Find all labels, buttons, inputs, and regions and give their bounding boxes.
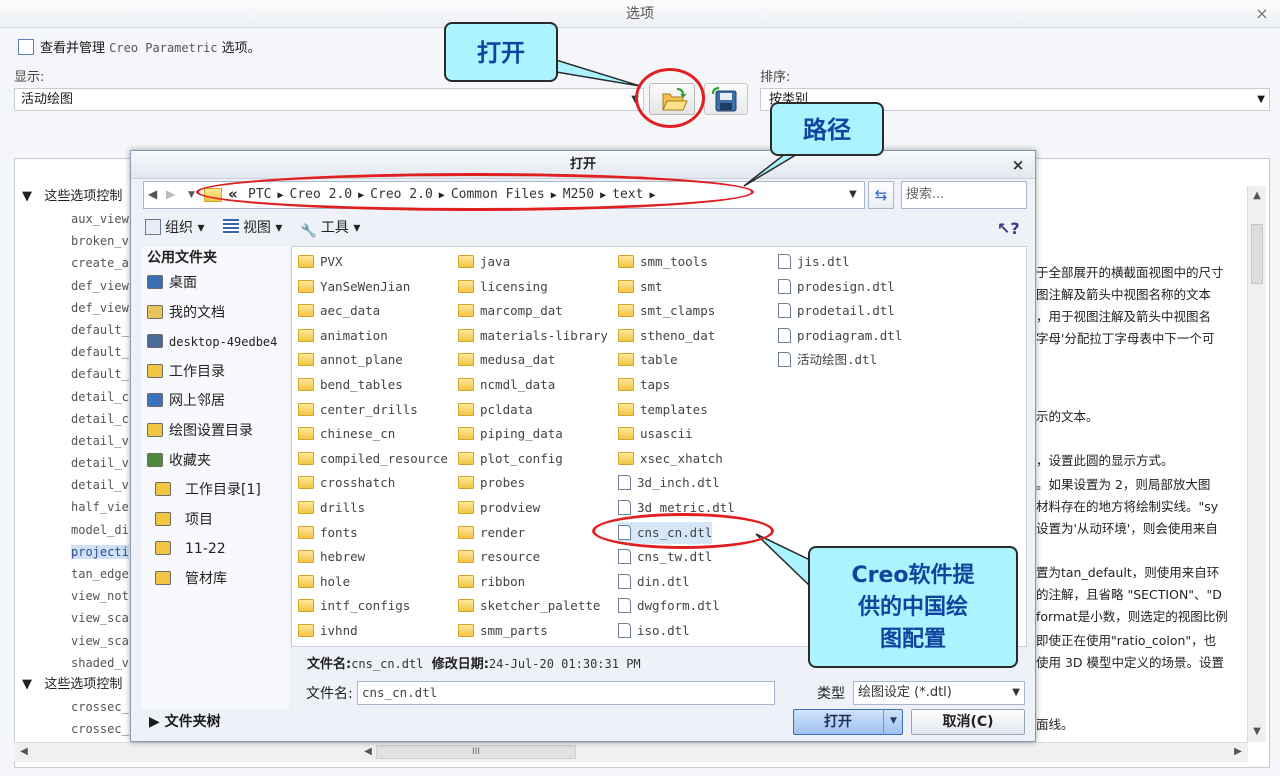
callout-path: 路径 [770, 102, 884, 156]
highlight-ring [196, 173, 754, 211]
callout-pointers [555, 58, 811, 588]
callout-text: 供的中国绘 [857, 595, 968, 620]
callout-cn-pointer [755, 533, 811, 588]
callout-open: 打开 [444, 22, 558, 82]
highlight-ring [635, 68, 705, 128]
callout-open-pointer [555, 58, 641, 87]
callout-text: Creo软件提 [851, 563, 975, 588]
highlight-ring [592, 513, 774, 549]
callout-text: 图配置 [879, 627, 946, 652]
callout-china-config: Creo软件提 供的中国绘 图配置 [808, 546, 1018, 668]
